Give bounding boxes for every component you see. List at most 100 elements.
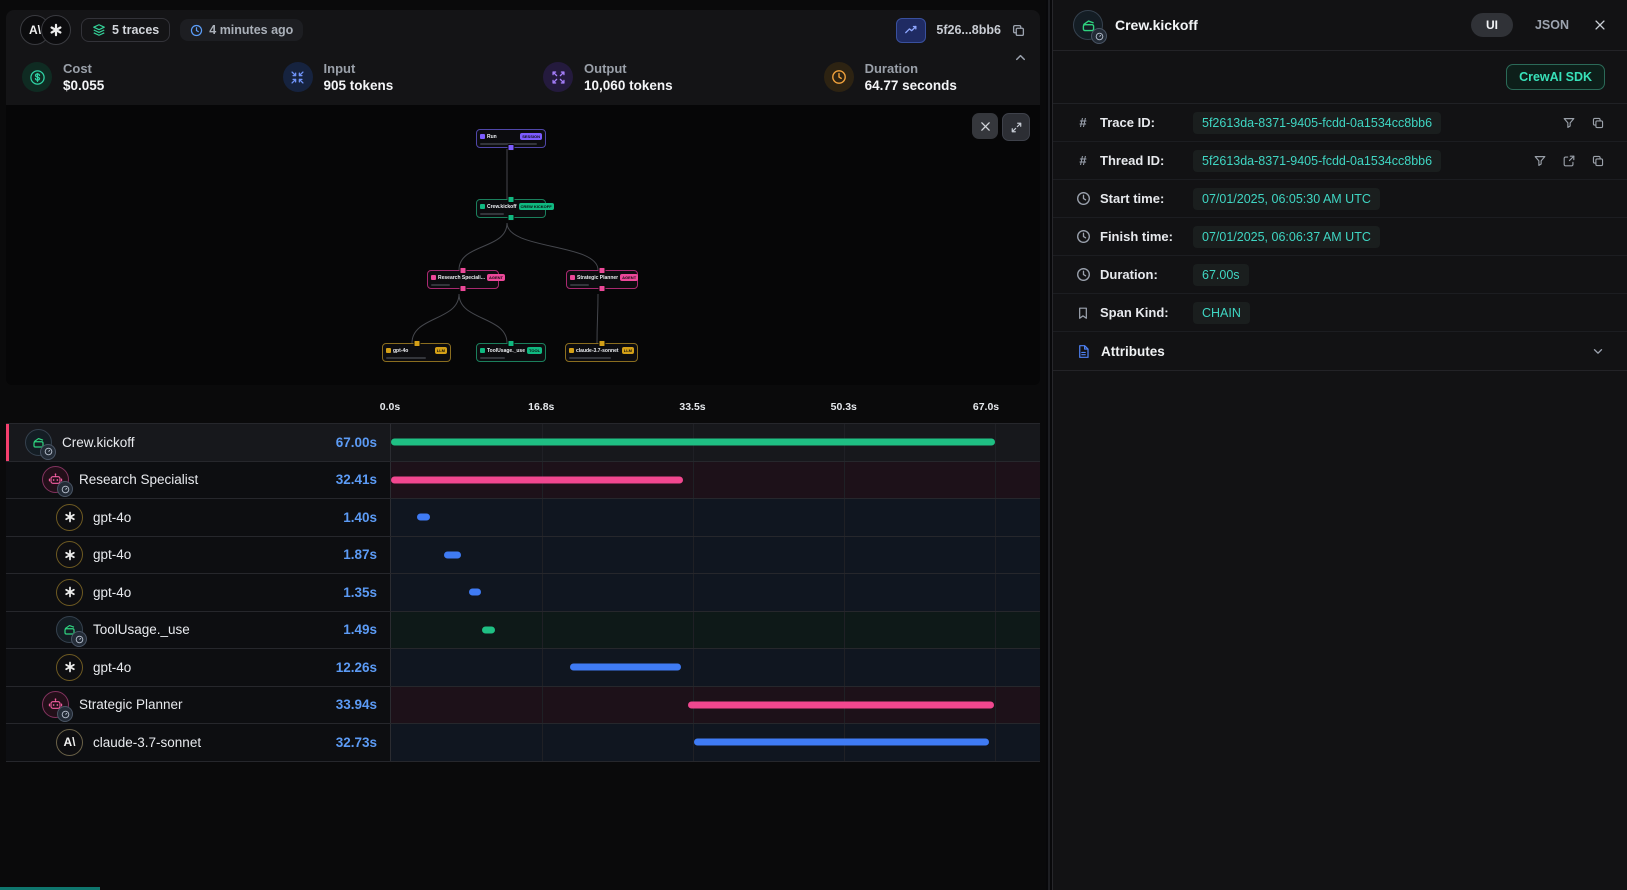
agentops-badge-icon (1091, 28, 1107, 44)
stat-value: 10,060 tokens (584, 77, 673, 95)
external-link-icon[interactable] (1562, 154, 1576, 168)
graph-node-toolusage[interactable]: ToolUsage._usetool (476, 343, 546, 362)
graph-node-strategic-planner[interactable]: Strategic Planneragent (566, 270, 638, 289)
node-badge: llm (435, 347, 447, 354)
graph-node-gpt-4o[interactable]: gpt-4ollm (382, 343, 451, 362)
span-name-cell: gpt-4o12.26s (6, 649, 390, 686)
span-name-cell: gpt-4o1.35s (6, 574, 390, 611)
detail-actions (1562, 116, 1605, 130)
stat-label: Cost (63, 61, 104, 77)
clock-icon (824, 62, 854, 92)
graph-node-crew-kickoff[interactable]: Crew.kickoffcrew kickoff (476, 199, 546, 218)
node-badge: agent (620, 274, 638, 281)
axis-tick: 16.8s (528, 401, 554, 413)
node-subtitle (386, 357, 426, 359)
stat-value: 905 tokens (324, 77, 394, 95)
node-badge: llm (622, 347, 634, 354)
node-connector (508, 196, 515, 203)
copy-icon[interactable] (1011, 23, 1026, 38)
node-connector (413, 340, 420, 347)
chevron-down-icon[interactable] (1591, 344, 1605, 358)
detail-label: Finish time: (1100, 229, 1184, 244)
detail-value[interactable]: CHAIN (1193, 302, 1250, 324)
graph-node-claude-sonnet[interactable]: claude-3.7-sonnetllm (565, 343, 638, 362)
span-row[interactable]: ToolUsage._use1.49s (6, 612, 1040, 650)
node-title: ToolUsage._use (487, 348, 525, 354)
tab-ui[interactable]: UI (1471, 13, 1513, 37)
agentops-badge-icon (71, 631, 87, 647)
trace-graph-panel: Runsession Crew.kickoffcrew kickoff Rese… (6, 105, 1040, 385)
trace-summary-card: A\ 5 traces 4 minutes ago 5f26.. (6, 10, 1040, 105)
detail-value[interactable]: 67.00s (1193, 264, 1249, 286)
openai-icon (56, 579, 83, 606)
detail-value[interactable]: 5f2613da-8371-9405-fcdd-0a1534cc8bb6 (1193, 150, 1441, 172)
span-row[interactable]: Crew.kickoff 67.00s (6, 424, 1040, 462)
span-bar[interactable] (570, 664, 681, 671)
time-axis-track: 0.0s16.8s33.5s50.3s67.0s (390, 393, 995, 423)
span-name: Crew.kickoff (62, 435, 135, 450)
span-bar[interactable] (417, 514, 430, 521)
span-bar[interactable] (391, 476, 683, 483)
chevron-up-icon[interactable] (1013, 50, 1028, 70)
span-row[interactable]: gpt-4o12.26s (6, 649, 1040, 687)
graph-expand-button[interactable] (1002, 113, 1030, 141)
detail-actions (1533, 154, 1605, 168)
copy-icon[interactable] (1591, 154, 1605, 168)
stat-duration: Duration64.77 seconds (824, 61, 1024, 95)
span-timeline-cell (390, 574, 1040, 611)
metrics-trend-button[interactable] (896, 18, 926, 43)
detail-label: Span Kind: (1100, 305, 1184, 320)
detail-row: Start time:07/01/2025, 06:05:30 AM UTC (1053, 180, 1627, 218)
detail-row: #Thread ID:5f2613da-8371-9405-fcdd-0a153… (1053, 142, 1627, 180)
detail-value[interactable]: 07/01/2025, 06:05:30 AM UTC (1193, 188, 1380, 210)
detail-rows: #Trace ID:5f2613da-8371-9405-fcdd-0a1534… (1053, 104, 1627, 332)
tab-json[interactable]: JSON (1535, 18, 1569, 32)
node-icon (570, 275, 575, 280)
node-connector (460, 285, 467, 292)
traces-count-badge[interactable]: 5 traces (81, 18, 170, 42)
filter-icon[interactable] (1562, 116, 1576, 130)
node-subtitle (431, 284, 450, 286)
detail-value[interactable]: 5f2613da-8371-9405-fcdd-0a1534cc8bb6 (1193, 112, 1441, 134)
openai-logo-icon (41, 15, 71, 45)
detail-value[interactable]: 07/01/2025, 06:06:37 AM UTC (1193, 226, 1380, 248)
span-bar[interactable] (444, 551, 461, 558)
node-icon (431, 275, 436, 280)
span-row[interactable]: Strategic Planner33.94s (6, 687, 1040, 725)
span-row[interactable]: gpt-4o1.87s (6, 537, 1040, 575)
graph-close-button[interactable] (972, 113, 998, 139)
span-row[interactable]: gpt-4o1.40s (6, 499, 1040, 537)
node-title: claude-3.7-sonnet (576, 348, 619, 354)
span-bar[interactable] (391, 439, 995, 446)
span-bar[interactable] (694, 739, 989, 746)
span-bar[interactable] (469, 589, 481, 596)
sdk-badge-row: CrewAI SDK (1053, 51, 1627, 104)
span-bar[interactable] (688, 701, 994, 708)
span-duration: 12.26s (336, 660, 390, 675)
span-bar[interactable] (482, 626, 495, 633)
node-icon (480, 134, 485, 139)
span-timeline-cell (390, 687, 1040, 724)
panel-title: Crew.kickoff (1115, 17, 1198, 33)
copy-icon[interactable] (1591, 116, 1605, 130)
span-row[interactable]: A\claude-3.7-sonnet32.73s (6, 724, 1040, 762)
node-connector (598, 340, 605, 347)
trend-icon (904, 23, 918, 37)
node-connector (599, 267, 606, 274)
span-name-cell: ToolUsage._use1.49s (6, 612, 390, 649)
span-row[interactable]: gpt-4o1.35s (6, 574, 1040, 612)
close-icon[interactable] (1593, 18, 1607, 32)
attributes-row[interactable]: Attributes (1053, 332, 1627, 371)
clock-icon (1075, 267, 1091, 282)
span-duration: 32.73s (336, 735, 390, 750)
detail-label: Trace ID: (1100, 115, 1184, 130)
graph-node-run[interactable]: Runsession (476, 129, 546, 148)
span-row[interactable]: Research Specialist32.41s (6, 462, 1040, 500)
detail-row: #Trace ID:5f2613da-8371-9405-fcdd-0a1534… (1053, 104, 1627, 142)
span-duration: 67.00s (336, 435, 390, 450)
span-name: ToolUsage._use (93, 622, 190, 637)
expand-icon (1010, 121, 1023, 134)
graph-node-research-specialist[interactable]: Research Speciali...agent (427, 270, 499, 289)
node-title: Crew.kickoff (487, 204, 517, 210)
filter-icon[interactable] (1533, 154, 1547, 168)
